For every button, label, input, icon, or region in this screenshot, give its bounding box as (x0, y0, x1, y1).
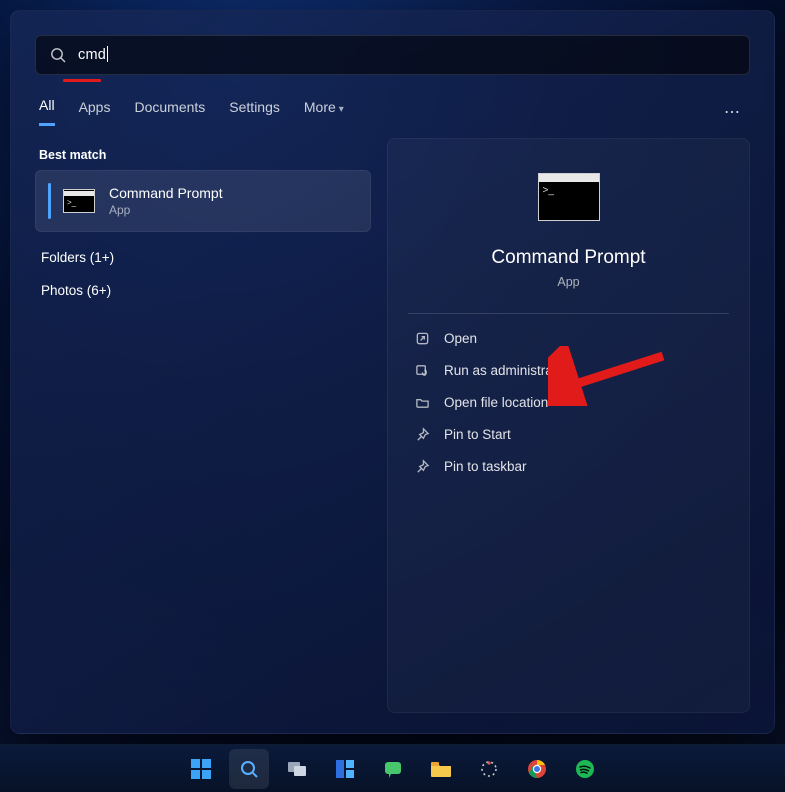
pin-icon (414, 426, 430, 442)
result-command-prompt[interactable]: >_ Command Prompt App (35, 170, 371, 232)
command-prompt-icon: >_ (63, 189, 95, 213)
task-view-icon (287, 761, 307, 777)
folder-icon (430, 760, 452, 778)
task-view-button[interactable] (277, 749, 317, 789)
tab-apps[interactable]: Apps (79, 99, 111, 125)
command-prompt-icon: >_ (538, 173, 600, 221)
start-search-panel: cmd All Apps Documents Settings More▾ ⋯ … (10, 10, 775, 734)
action-label: Open (444, 331, 477, 346)
taskbar-search-button[interactable] (229, 749, 269, 789)
best-match-label: Best match (39, 148, 371, 162)
action-pin-to-taskbar[interactable]: Pin to taskbar (408, 450, 729, 482)
divider (408, 313, 729, 314)
file-explorer-button[interactable] (421, 749, 461, 789)
start-button[interactable] (181, 749, 221, 789)
text-caret (107, 46, 108, 62)
filter-tabs: All Apps Documents Settings More▾ ⋯ (35, 97, 750, 126)
category-photos[interactable]: Photos (6+) (41, 283, 371, 298)
result-title: Command Prompt (109, 185, 223, 201)
action-pin-to-start[interactable]: Pin to Start (408, 418, 729, 450)
chat-icon (383, 759, 403, 779)
taskbar (0, 744, 785, 792)
tab-all[interactable]: All (39, 97, 55, 126)
chrome-button[interactable] (517, 749, 557, 789)
search-input[interactable]: cmd (35, 35, 750, 75)
action-label: Pin to taskbar (444, 459, 527, 474)
preview-pane: >_ Command Prompt App Open Run as admini… (387, 138, 750, 713)
shield-icon (414, 362, 430, 378)
spotify-button[interactable] (565, 749, 605, 789)
search-icon (50, 47, 66, 63)
search-query-text: cmd (78, 47, 106, 63)
taskbar-app-generic[interactable] (469, 749, 509, 789)
overflow-menu-button[interactable]: ⋯ (720, 98, 746, 126)
selection-indicator (48, 183, 51, 219)
action-run-as-administrator[interactable]: Run as administrator (408, 354, 729, 386)
chrome-icon (527, 759, 547, 779)
preview-subtitle: App (557, 275, 579, 289)
tab-settings[interactable]: Settings (229, 99, 280, 125)
widgets-button[interactable] (325, 749, 365, 789)
results-column: Best match >_ Command Prompt App Folders… (35, 138, 371, 713)
action-label: Open file location (444, 395, 548, 410)
action-label: Run as administrator (444, 363, 569, 378)
preview-title: Command Prompt (491, 247, 645, 269)
windows-logo-icon (190, 758, 212, 780)
folder-icon (414, 394, 430, 410)
tab-documents[interactable]: Documents (134, 99, 205, 125)
action-open[interactable]: Open (408, 322, 729, 354)
spotify-icon (575, 759, 595, 779)
tab-more-label: More (304, 99, 336, 115)
annotation-underline (63, 79, 101, 82)
action-open-file-location[interactable]: Open file location (408, 386, 729, 418)
pin-icon (414, 458, 430, 474)
search-icon (239, 759, 259, 779)
category-folders[interactable]: Folders (1+) (41, 250, 371, 265)
action-label: Pin to Start (444, 427, 511, 442)
widgets-icon (335, 759, 355, 779)
result-subtitle: App (109, 203, 223, 217)
open-icon (414, 330, 430, 346)
chevron-down-icon: ▾ (339, 104, 344, 115)
circle-dots-icon (479, 759, 499, 779)
tab-more[interactable]: More▾ (304, 99, 344, 125)
taskbar-chat-button[interactable] (373, 749, 413, 789)
